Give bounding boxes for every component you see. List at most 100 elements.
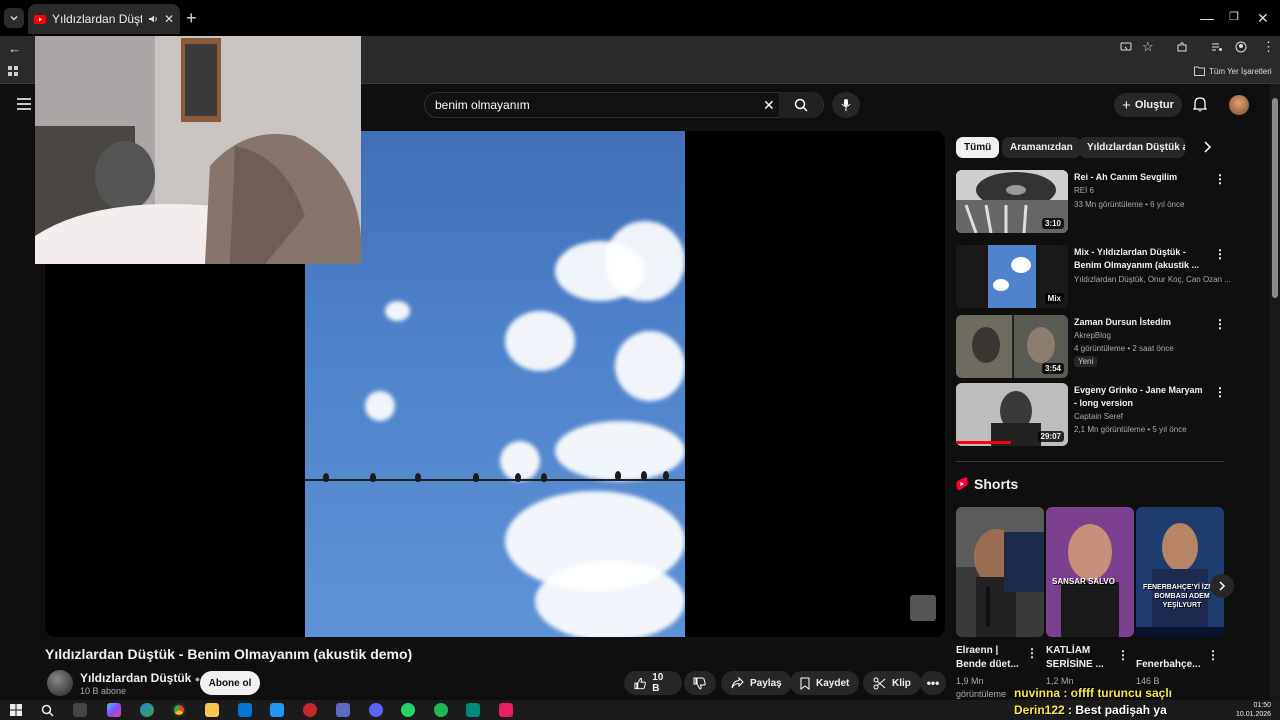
- chip-from-search[interactable]: Aramanızdan: [1002, 137, 1081, 158]
- shorts-title: Shorts: [974, 476, 1019, 492]
- close-tab-icon[interactable]: ✕: [164, 12, 174, 26]
- channel-name[interactable]: Yıldızlardan Düştük ●: [80, 671, 200, 685]
- channel-name[interactable]: REİ 6: [1074, 186, 1094, 195]
- menu-dots-icon[interactable]: ⋮: [1262, 39, 1275, 55]
- browser-tab-bar: Yıldızlardan Düştük - Benim ✕ + — ❐ ✕: [0, 0, 1280, 36]
- channel-name[interactable]: AkrepBlog: [1074, 331, 1111, 340]
- video-title[interactable]: Zaman Dursun İstedim: [1074, 316, 1204, 329]
- page-scrollbar[interactable]: [1270, 84, 1280, 700]
- star-icon[interactable]: ☆: [1142, 39, 1154, 55]
- short-thumbnail[interactable]: FENERBAHÇE'Yİ İZMİR BOMBASI ADEM YEŞİLYU…: [1136, 507, 1224, 637]
- create-label: Oluştur: [1134, 99, 1174, 111]
- spotify-icon[interactable]: [434, 703, 448, 717]
- app-icon[interactable]: [466, 703, 480, 717]
- search-icon[interactable]: [41, 704, 54, 717]
- chips-next-icon[interactable]: [1202, 140, 1212, 154]
- app-icon[interactable]: [336, 703, 350, 717]
- restore-icon[interactable]: ❐: [1229, 10, 1239, 23]
- save-button[interactable]: Kaydet: [790, 671, 860, 695]
- video-thumbnail[interactable]: 29:07: [956, 383, 1068, 446]
- short-thumbnail[interactable]: [956, 507, 1044, 637]
- short-caption[interactable]: KATLİAM SERİSİNE ...: [1046, 644, 1116, 672]
- store-icon[interactable]: [238, 703, 252, 717]
- create-button[interactable]: + Oluştur: [1114, 93, 1182, 117]
- short-caption[interactable]: Elraenn | Bende düet...: [956, 644, 1026, 672]
- more-options-icon[interactable]: ⋮: [1214, 172, 1226, 186]
- task-view-icon[interactable]: [73, 703, 87, 717]
- copilot-icon[interactable]: [107, 703, 121, 717]
- shorts-next-button[interactable]: [1210, 574, 1234, 598]
- chip-channel[interactable]: Yıldızlardan Düştük adlı: [1079, 137, 1185, 158]
- clear-search-icon[interactable]: ✕: [763, 97, 775, 114]
- app-icon[interactable]: [499, 703, 513, 717]
- short-caption[interactable]: Fenerbahçe...: [1136, 658, 1206, 672]
- apps-grid-icon[interactable]: [8, 66, 19, 77]
- voice-search-button[interactable]: [832, 92, 860, 118]
- recommended-video[interactable]: 3:54 Zaman Dursun İstedim AkrepBlog 4 gö…: [956, 315, 1226, 379]
- system-clock[interactable]: 01:50 10.01.2026: [1236, 701, 1271, 719]
- app-icon[interactable]: [303, 703, 317, 717]
- chrome-icon[interactable]: [172, 703, 186, 717]
- search-input[interactable]: benim olmayanım: [435, 98, 530, 112]
- short-more-icon[interactable]: ⋮: [1026, 646, 1038, 660]
- video-title[interactable]: Rei - Ah Canım Sevgilim: [1074, 171, 1204, 184]
- media-control-icon[interactable]: [1211, 41, 1223, 53]
- video-thumbnail[interactable]: Mix: [956, 245, 1068, 308]
- active-tab[interactable]: Yıldızlardan Düştük - Benim ✕: [28, 4, 180, 34]
- subscribe-button[interactable]: Abone ol: [200, 671, 260, 695]
- recommended-video[interactable]: Mix Mix - Yıldızlardan Düştük - Benim Ol…: [956, 245, 1231, 309]
- search-box[interactable]: benim olmayanım ✕: [424, 92, 824, 118]
- shorts-heading: Shorts: [956, 476, 1018, 492]
- channel-name[interactable]: Yıldızlardan Düştük, Onur Koç, Can Ozan …: [1074, 275, 1231, 284]
- channel-name[interactable]: Captain Seref: [1074, 412, 1123, 421]
- recommended-video[interactable]: 29:07 Evgeny Grinko - Jane Maryam - long…: [956, 383, 1226, 447]
- more-options-icon[interactable]: ⋮: [1214, 385, 1226, 399]
- dislike-button[interactable]: [684, 671, 716, 695]
- edge-icon[interactable]: [140, 703, 154, 717]
- chip-all[interactable]: Tümü: [956, 137, 1000, 158]
- video-duration: 29:07: [1037, 431, 1064, 442]
- short-more-icon[interactable]: ⋮: [1117, 648, 1129, 662]
- notifications-bell-icon[interactable]: [1193, 96, 1207, 112]
- video-meta: 2,1 Mn görüntüleme • 5 yıl önce: [1074, 425, 1187, 434]
- search-button[interactable]: [779, 92, 823, 118]
- more-options-icon[interactable]: ⋮: [1214, 247, 1226, 261]
- short-views: 1,2 Mn: [1046, 676, 1074, 686]
- discord-icon[interactable]: [369, 703, 383, 717]
- new-tab-button[interactable]: +: [186, 9, 197, 27]
- channel-watermark[interactable]: [910, 595, 936, 621]
- folder-icon: [1194, 66, 1205, 76]
- minimize-icon[interactable]: —: [1200, 10, 1214, 26]
- short-more-icon[interactable]: ⋮: [1207, 648, 1219, 662]
- video-thumbnail[interactable]: 3:54: [956, 315, 1068, 378]
- tab-search-button[interactable]: [4, 8, 24, 28]
- share-button[interactable]: Paylaş: [721, 671, 792, 695]
- short-overlay-text: SANSAR SALVO: [1052, 577, 1115, 586]
- hamburger-menu-icon[interactable]: [17, 98, 31, 110]
- user-avatar[interactable]: [1229, 95, 1249, 115]
- profile-icon[interactable]: [1235, 41, 1247, 53]
- cast-icon[interactable]: [1120, 41, 1132, 53]
- windows-start-icon[interactable]: [10, 704, 22, 716]
- like-button[interactable]: 10 B: [624, 671, 682, 695]
- extensions-icon[interactable]: [1176, 41, 1188, 53]
- scrollbar-thumb[interactable]: [1272, 98, 1278, 298]
- speaker-icon[interactable]: [148, 14, 158, 24]
- whatsapp-icon[interactable]: [401, 703, 415, 717]
- short-thumbnail[interactable]: SANSAR SALVO: [1046, 507, 1134, 637]
- recommended-video[interactable]: 3:10 Rei - Ah Canım Sevgilim REİ 6 33 Mn…: [956, 170, 1226, 234]
- more-actions-button[interactable]: •••: [920, 671, 946, 695]
- video-title[interactable]: Evgeny Grinko - Jane Maryam - long versi…: [1074, 384, 1204, 410]
- back-icon[interactable]: ←: [8, 41, 21, 56]
- all-bookmarks[interactable]: Tüm Yer İşaretleri: [1194, 66, 1272, 76]
- stream-chat-line: nuvinna : offff turuncu saçlı: [1014, 686, 1172, 700]
- video-thumbnail[interactable]: 3:10: [956, 170, 1068, 233]
- video-duration: 3:10: [1041, 218, 1064, 229]
- clip-button[interactable]: Klip: [863, 671, 921, 695]
- mail-icon[interactable]: [270, 703, 284, 717]
- close-window-icon[interactable]: ✕: [1257, 10, 1269, 27]
- file-explorer-icon[interactable]: [205, 703, 219, 717]
- more-options-icon[interactable]: ⋮: [1214, 317, 1226, 331]
- video-title[interactable]: Mix - Yıldızlardan Düştük - Benim Olmaya…: [1074, 246, 1204, 272]
- channel-avatar[interactable]: [47, 670, 73, 696]
